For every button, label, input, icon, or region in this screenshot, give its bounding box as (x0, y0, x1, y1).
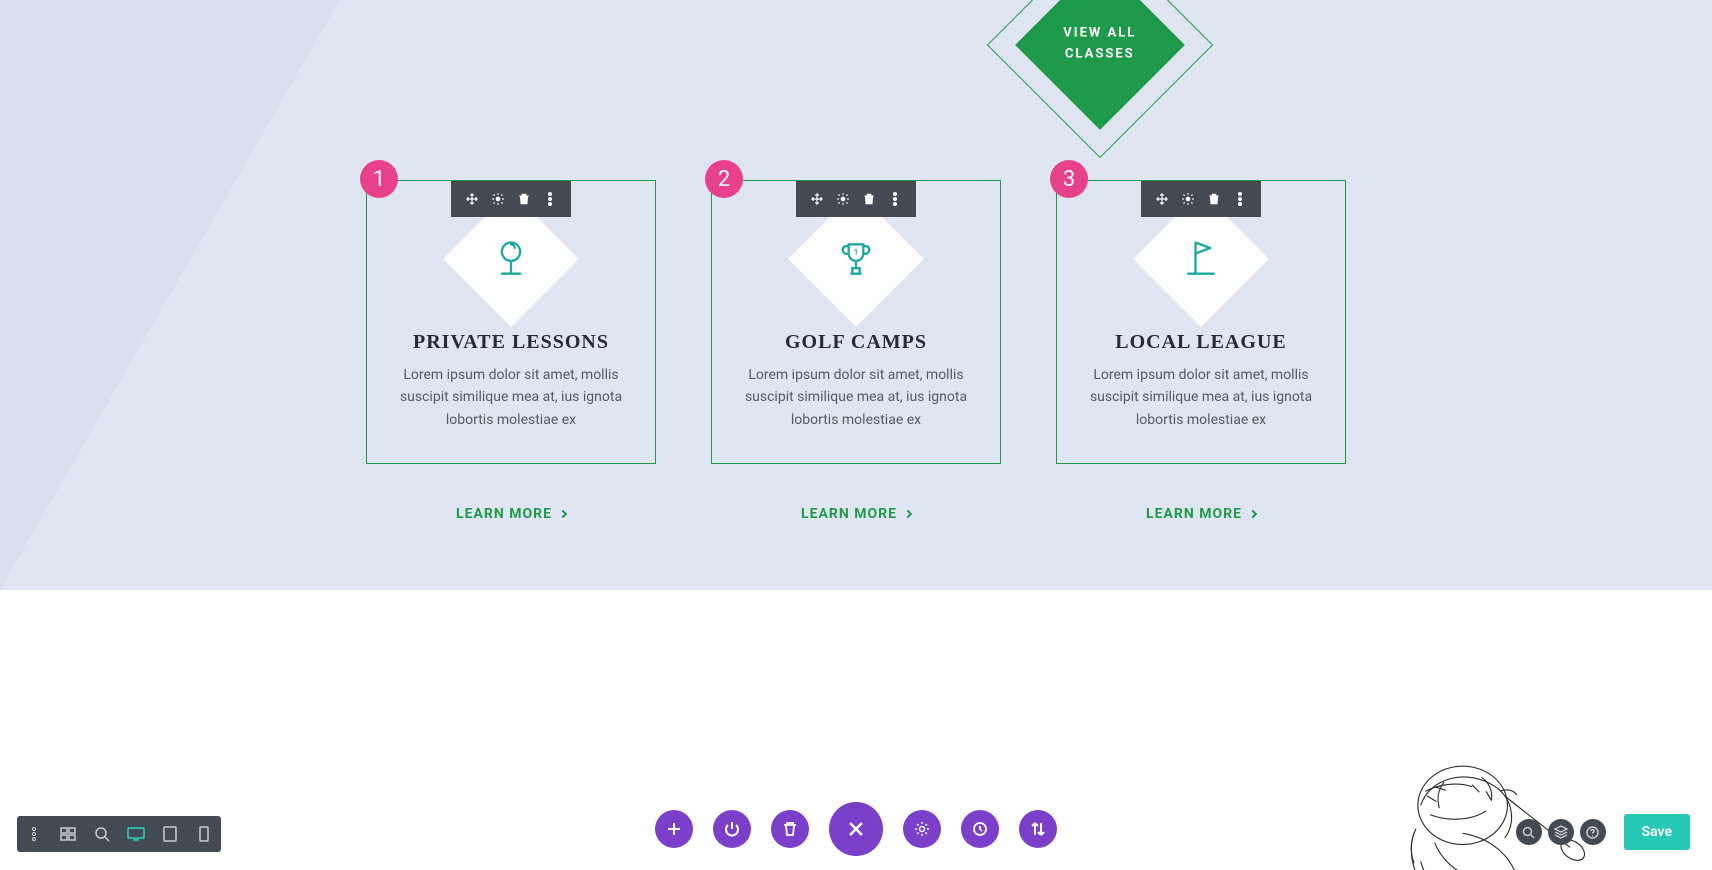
learn-more-button[interactable]: LEARN MORE (801, 506, 911, 522)
card-badge: 2 (705, 160, 743, 198)
card-title: GOLF CAMPS (724, 331, 988, 354)
power-button[interactable] (713, 810, 751, 848)
module-toolbar (451, 181, 571, 217)
card-private-lessons[interactable]: PRIVATE LESSONS Lorem ipsum dolor sit am… (366, 180, 656, 464)
view-all-text: VIEW ALL CLASSES (1063, 24, 1136, 66)
search-mini-icon[interactable] (1516, 819, 1542, 845)
trash-icon[interactable] (1201, 181, 1227, 217)
module-toolbar (796, 181, 916, 217)
trash-icon[interactable] (511, 181, 537, 217)
zoom-icon[interactable] (85, 816, 119, 852)
card-local-league[interactable]: LOCAL LEAGUE Lorem ipsum dolor sit amet,… (1056, 180, 1346, 464)
more-vert-icon[interactable] (17, 816, 51, 852)
card-desc: Lorem ipsum dolor sit amet, mollis susci… (724, 364, 988, 431)
card-desc: Lorem ipsum dolor sit amet, mollis susci… (1069, 364, 1333, 431)
card-column-1: 1 PRIVATE LE (366, 160, 656, 522)
help-mini-icon[interactable] (1580, 819, 1606, 845)
card-column-3: 3 LOCAL LEAGUE Lorem ipsum dolor s (1056, 160, 1346, 522)
card-column-2: 2 1 (711, 160, 1001, 522)
phone-icon[interactable] (187, 816, 221, 852)
desktop-icon[interactable] (119, 816, 153, 852)
sort-button[interactable] (1019, 810, 1057, 848)
chevron-right-icon (904, 510, 912, 518)
add-button[interactable] (655, 810, 693, 848)
learn-more-label: LEARN MORE (801, 506, 897, 522)
card-badge: 1 (360, 160, 398, 198)
chevron-right-icon (1249, 510, 1257, 518)
move-icon[interactable] (804, 181, 830, 217)
golf-tee-icon (486, 234, 536, 284)
view-all-inner-diamond: VIEW ALL CLASSES (1015, 0, 1185, 130)
close-button[interactable] (829, 802, 883, 856)
card-title: LOCAL LEAGUE (1069, 331, 1333, 354)
trophy-icon: 1 (831, 234, 881, 284)
view-toolbar (17, 816, 221, 852)
layers-mini-icon[interactable] (1548, 819, 1574, 845)
flag-icon (1176, 234, 1226, 284)
golfer-illustration (1332, 740, 1612, 870)
gear-icon[interactable] (485, 181, 511, 217)
gear-icon[interactable] (830, 181, 856, 217)
wireframe-icon[interactable] (51, 816, 85, 852)
tablet-icon[interactable] (153, 816, 187, 852)
card-golf-camps[interactable]: 1 GOLF CAMPS Lorem ipsum dolor sit amet,… (711, 180, 1001, 464)
trash-icon[interactable] (856, 181, 882, 217)
more-icon[interactable] (1227, 181, 1253, 217)
card-badge: 3 (1050, 160, 1088, 198)
history-button[interactable] (961, 810, 999, 848)
helper-group: Save (1516, 814, 1690, 850)
page-controls (655, 802, 1057, 856)
learn-more-label: LEARN MORE (1146, 506, 1242, 522)
learn-more-button[interactable]: LEARN MORE (456, 506, 566, 522)
module-toolbar (1141, 181, 1261, 217)
more-icon[interactable] (882, 181, 908, 217)
card-title: PRIVATE LESSONS (379, 331, 643, 354)
trash-button[interactable] (771, 810, 809, 848)
cards-row: 1 PRIVATE LE (0, 160, 1712, 522)
settings-button[interactable] (903, 810, 941, 848)
learn-more-label: LEARN MORE (456, 506, 552, 522)
learn-more-button[interactable]: LEARN MORE (1146, 506, 1256, 522)
gear-icon[interactable] (1175, 181, 1201, 217)
save-button[interactable]: Save (1624, 814, 1690, 850)
svg-text:1: 1 (854, 247, 858, 256)
move-icon[interactable] (459, 181, 485, 217)
more-icon[interactable] (537, 181, 563, 217)
chevron-right-icon (559, 510, 567, 518)
hero-section: VIEW ALL CLASSES 1 (0, 0, 1712, 590)
card-desc: Lorem ipsum dolor sit amet, mollis susci… (379, 364, 643, 431)
move-icon[interactable] (1149, 181, 1175, 217)
